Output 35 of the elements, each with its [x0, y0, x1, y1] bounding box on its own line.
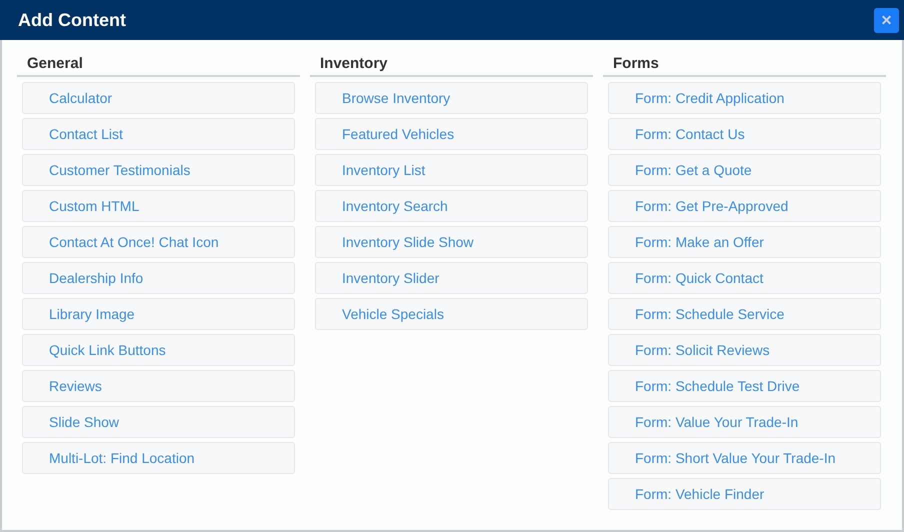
- content-item[interactable]: Dealership Info: [22, 262, 295, 294]
- content-item[interactable]: Library Image: [22, 298, 295, 330]
- content-item[interactable]: Form: Schedule Test Drive: [608, 370, 881, 402]
- content-item[interactable]: Form: Get a Quote: [608, 154, 881, 186]
- content-item[interactable]: Custom HTML: [22, 190, 295, 222]
- content-item[interactable]: Form: Vehicle Finder: [608, 478, 881, 510]
- close-button[interactable]: ×: [874, 8, 899, 32]
- content-item[interactable]: Contact List: [22, 118, 295, 150]
- content-item[interactable]: Multi-Lot: Find Location: [22, 442, 295, 474]
- content-item[interactable]: Browse Inventory: [315, 82, 588, 114]
- column-heading: Inventory: [310, 54, 593, 77]
- content-item[interactable]: Reviews: [22, 370, 295, 402]
- content-item[interactable]: Form: Short Value Your Trade-In: [608, 442, 881, 474]
- content-item[interactable]: Inventory List: [315, 154, 588, 186]
- content-item[interactable]: Quick Link Buttons: [22, 334, 295, 366]
- window-title: Add Content: [18, 8, 126, 32]
- content-item[interactable]: Inventory Search: [315, 190, 588, 222]
- content-item[interactable]: Form: Get Pre-Approved: [608, 190, 881, 222]
- content-item[interactable]: Customer Testimonials: [22, 154, 295, 186]
- content-item[interactable]: Form: Contact Us: [608, 118, 881, 150]
- content-item[interactable]: Inventory Slider: [315, 262, 588, 294]
- content-item[interactable]: Featured Vehicles: [315, 118, 588, 150]
- content-item[interactable]: Inventory Slide Show: [315, 226, 588, 258]
- content-item[interactable]: Form: Solicit Reviews: [608, 334, 881, 366]
- content-item[interactable]: Form: Quick Contact: [608, 262, 881, 294]
- content-item[interactable]: Contact At Once! Chat Icon: [22, 226, 295, 258]
- content-item[interactable]: Form: Credit Application: [608, 82, 881, 114]
- content-item[interactable]: Calculator: [22, 82, 295, 114]
- column-heading: General: [17, 54, 300, 77]
- content-item[interactable]: Form: Schedule Service: [608, 298, 881, 330]
- content-item[interactable]: Form: Value Your Trade-In: [608, 406, 881, 438]
- content-item[interactable]: Form: Make an Offer: [608, 226, 881, 258]
- content-item[interactable]: Slide Show: [22, 406, 295, 438]
- column-heading: Forms: [603, 54, 886, 77]
- content-item[interactable]: Vehicle Specials: [315, 298, 588, 330]
